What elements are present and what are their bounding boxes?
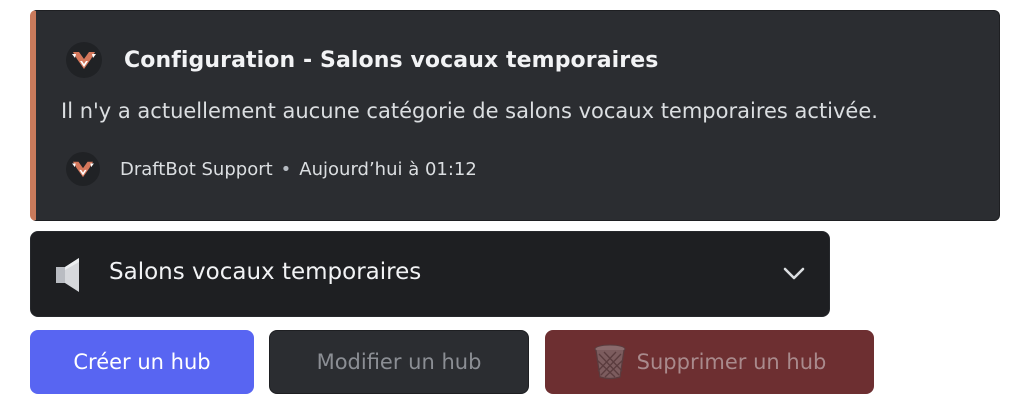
delete-hub-label: Supprimer un hub <box>636 350 827 374</box>
draftbot-logo-icon <box>66 152 100 186</box>
speaker-icon <box>55 256 83 298</box>
create-hub-button[interactable]: Créer un hub <box>30 330 254 394</box>
edit-hub-button[interactable]: Modifier un hub <box>269 330 529 394</box>
footer-timestamp: Aujourd’hui à 01:12 <box>299 158 477 180</box>
embed-header: Configuration - Salons vocaux temporaire… <box>66 41 658 79</box>
footer-separator: • <box>280 158 292 180</box>
embed-footer: DraftBot Support • Aujourd’hui à 01:12 <box>66 151 477 187</box>
footer-author: DraftBot Support <box>120 158 273 180</box>
embed-card: Configuration - Salons vocaux temporaire… <box>30 10 1000 221</box>
channel-type-select[interactable]: Salons vocaux temporaires <box>30 231 830 317</box>
discord-message-components: Configuration - Salons vocaux temporaire… <box>0 0 1024 412</box>
draftbot-logo-icon <box>66 42 102 78</box>
embed-description: Il n'y a actuellement aucune catégorie d… <box>61 99 878 123</box>
delete-hub-button[interactable]: Supprimer un hub <box>545 330 874 394</box>
chevron-down-icon[interactable] <box>783 266 805 285</box>
embed-title: Configuration - Salons vocaux temporaire… <box>124 47 659 73</box>
wastebasket-icon <box>593 344 627 380</box>
select-selected-value: Salons vocaux temporaires <box>109 259 422 285</box>
